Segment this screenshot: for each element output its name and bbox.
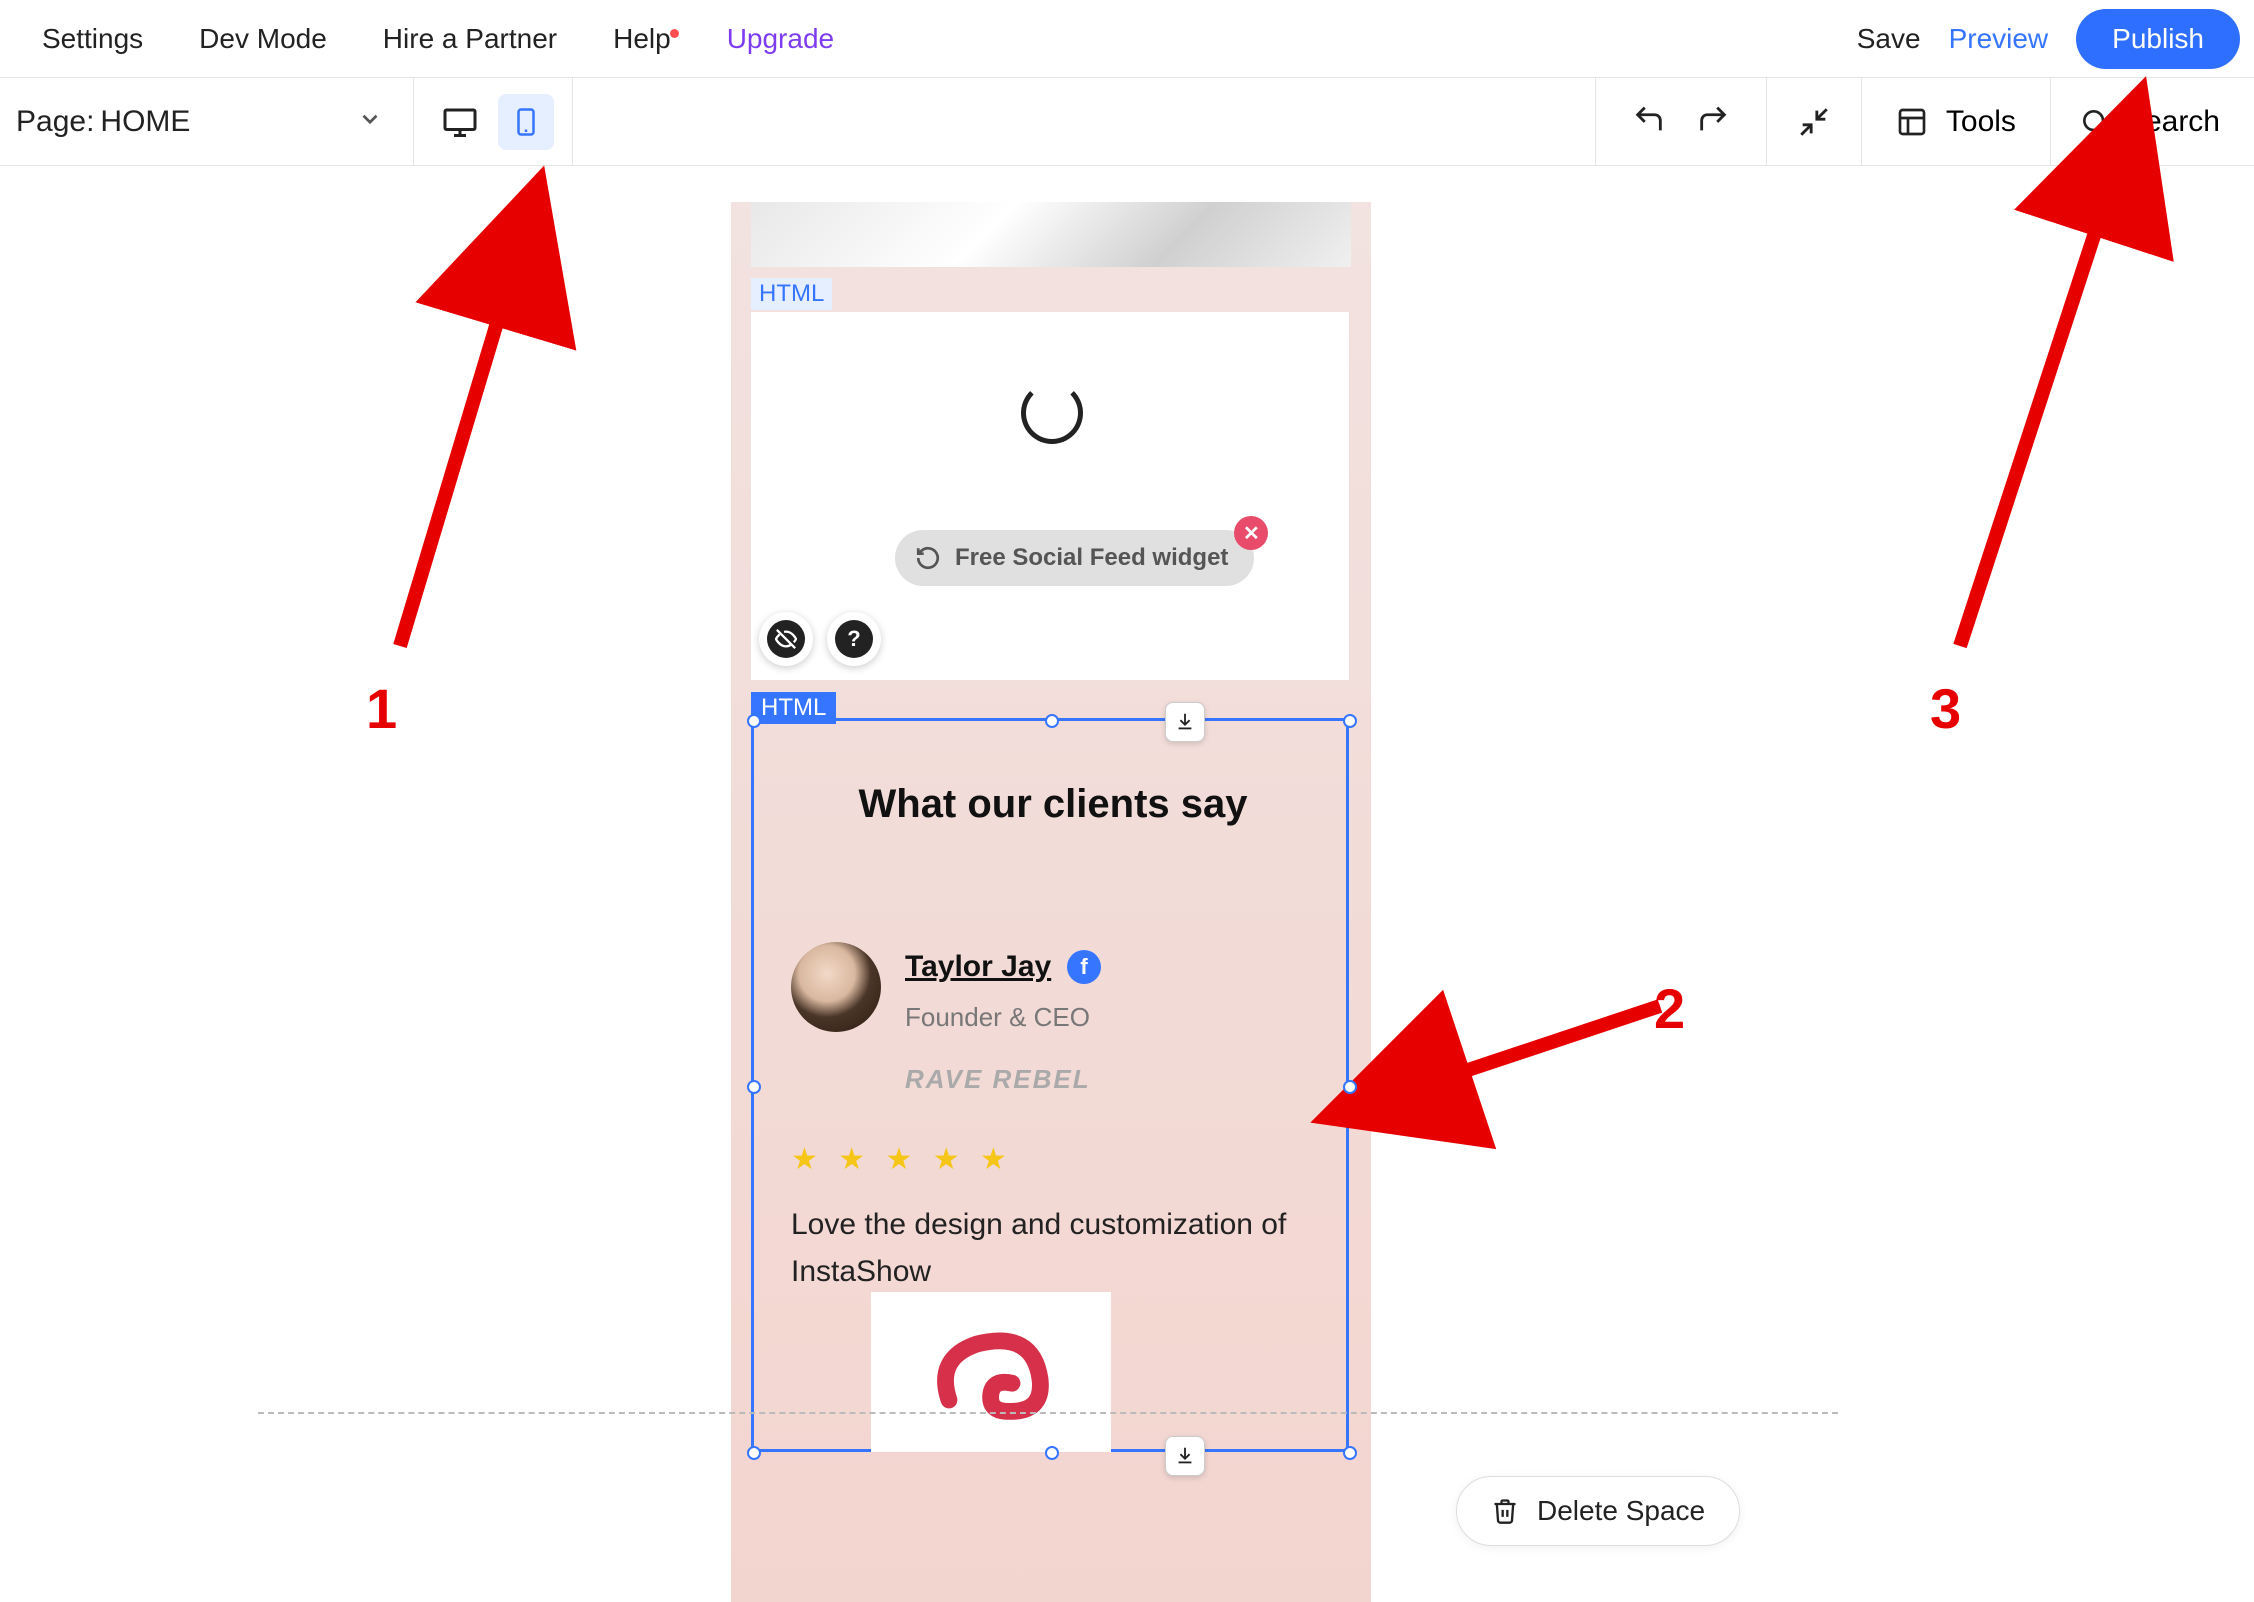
search-icon xyxy=(2079,106,2111,138)
resize-handle[interactable] xyxy=(1343,1446,1357,1460)
annotation-arrow-2 xyxy=(1360,986,1700,1126)
resize-handle[interactable] xyxy=(1343,1080,1357,1094)
redo-button[interactable] xyxy=(1696,102,1730,141)
redo-icon xyxy=(1696,102,1730,136)
desktop-view-button[interactable] xyxy=(432,94,488,150)
mobile-preview-frame[interactable]: HTML Free Social Feed widget ✕ ? HTML xyxy=(731,202,1371,1602)
mobile-view-button[interactable] xyxy=(498,94,554,150)
question-icon: ? xyxy=(835,620,873,658)
device-toggle xyxy=(414,78,573,165)
client-role-text: Founder & CEO xyxy=(905,1002,1090,1033)
top-menu-left: Settings Dev Mode Hire a Partner Help Up… xyxy=(14,23,862,55)
hero-image-placeholder xyxy=(751,202,1351,267)
close-icon: ✕ xyxy=(1243,521,1260,546)
close-pill-button[interactable]: ✕ xyxy=(1234,516,1268,550)
client-avatar xyxy=(791,942,881,1032)
search-button[interactable]: Search xyxy=(2050,78,2254,165)
toolbar-right: Tools Search xyxy=(1595,78,2254,165)
undo-button[interactable] xyxy=(1632,102,1666,141)
download-icon xyxy=(1174,711,1196,733)
layout-icon xyxy=(1896,106,1928,138)
element-help-button[interactable]: ? xyxy=(827,612,881,666)
anchor-bottom-button[interactable] xyxy=(1165,1436,1205,1476)
testimonials-heading: What our clients say xyxy=(793,782,1313,827)
top-menu-right: Save Preview Publish xyxy=(1857,9,2240,69)
editor-canvas[interactable]: HTML Free Social Feed widget ✕ ? HTML xyxy=(0,166,2254,1570)
resize-handle[interactable] xyxy=(747,714,761,728)
collapse-button[interactable] xyxy=(1766,78,1861,165)
section-guideline xyxy=(258,1412,1838,1414)
refresh-icon xyxy=(915,545,941,571)
annotation-arrow-3 xyxy=(1930,136,2160,666)
mobile-icon xyxy=(511,104,541,140)
widget-info-pill[interactable]: Free Social Feed widget ✕ xyxy=(895,530,1254,586)
help-label: Help xyxy=(613,23,671,54)
desktop-icon xyxy=(442,104,478,140)
hide-element-button[interactable] xyxy=(759,612,813,666)
hire-partner-menu[interactable]: Hire a Partner xyxy=(355,23,585,55)
annotation-arrow-1 xyxy=(380,206,580,666)
resize-handle[interactable] xyxy=(747,1080,761,1094)
download-icon xyxy=(1174,1445,1196,1467)
page-label: Page: xyxy=(16,105,94,139)
tools-label: Tools xyxy=(1946,105,2016,139)
help-menu[interactable]: Help xyxy=(585,23,699,55)
resize-handle[interactable] xyxy=(1343,714,1357,728)
editor-toolbar: Page: HOME Tools Se xyxy=(0,78,2254,166)
resize-handle[interactable] xyxy=(1045,714,1059,728)
anchor-top-button[interactable] xyxy=(1165,702,1205,742)
chevron-down-icon xyxy=(357,106,383,137)
review-text: Love the design and customization of Ins… xyxy=(791,1202,1311,1295)
page-selector[interactable]: Page: HOME xyxy=(0,78,414,165)
delete-space-label: Delete Space xyxy=(1537,1495,1705,1527)
delete-space-button[interactable]: Delete Space xyxy=(1456,1476,1740,1546)
page-name: HOME xyxy=(100,105,190,139)
loading-spinner-icon xyxy=(1021,382,1083,444)
annotation-number-3: 3 xyxy=(1930,676,1961,741)
facebook-badge-icon[interactable]: f xyxy=(1067,950,1101,984)
resize-handle[interactable] xyxy=(747,1446,761,1460)
annotation-number-2: 2 xyxy=(1654,976,1685,1041)
resize-handle[interactable] xyxy=(1045,1446,1059,1460)
widget-pill-label: Free Social Feed widget xyxy=(955,544,1228,572)
preview-button[interactable]: Preview xyxy=(1949,23,2049,55)
publish-button[interactable]: Publish xyxy=(2076,9,2240,69)
tools-button[interactable]: Tools xyxy=(1861,78,2050,165)
html-block-label: HTML xyxy=(751,278,832,310)
client-company-logo: RAVE REBEL xyxy=(905,1064,1091,1095)
save-button[interactable]: Save xyxy=(1857,23,1921,55)
notification-dot-icon xyxy=(670,29,679,38)
undo-icon xyxy=(1632,102,1666,136)
upgrade-menu[interactable]: Upgrade xyxy=(699,23,862,55)
top-menu-bar: Settings Dev Mode Hire a Partner Help Up… xyxy=(0,0,2254,78)
undo-redo-group xyxy=(1595,78,1766,165)
dev-mode-menu[interactable]: Dev Mode xyxy=(171,23,355,55)
annotation-number-1: 1 xyxy=(366,676,397,741)
star-rating: ★ ★ ★ ★ ★ xyxy=(791,1142,1013,1177)
eye-off-icon xyxy=(767,620,805,658)
html-block-label-selected: HTML xyxy=(751,692,836,724)
client-name-link[interactable]: Taylor Jay xyxy=(905,950,1051,984)
search-label: Search xyxy=(2125,105,2220,139)
brand-swirl-icon xyxy=(921,1302,1061,1442)
trash-icon xyxy=(1491,1497,1519,1525)
brand-logo-box xyxy=(871,1292,1111,1452)
collapse-icon xyxy=(1797,105,1831,139)
settings-menu[interactable]: Settings xyxy=(14,23,171,55)
